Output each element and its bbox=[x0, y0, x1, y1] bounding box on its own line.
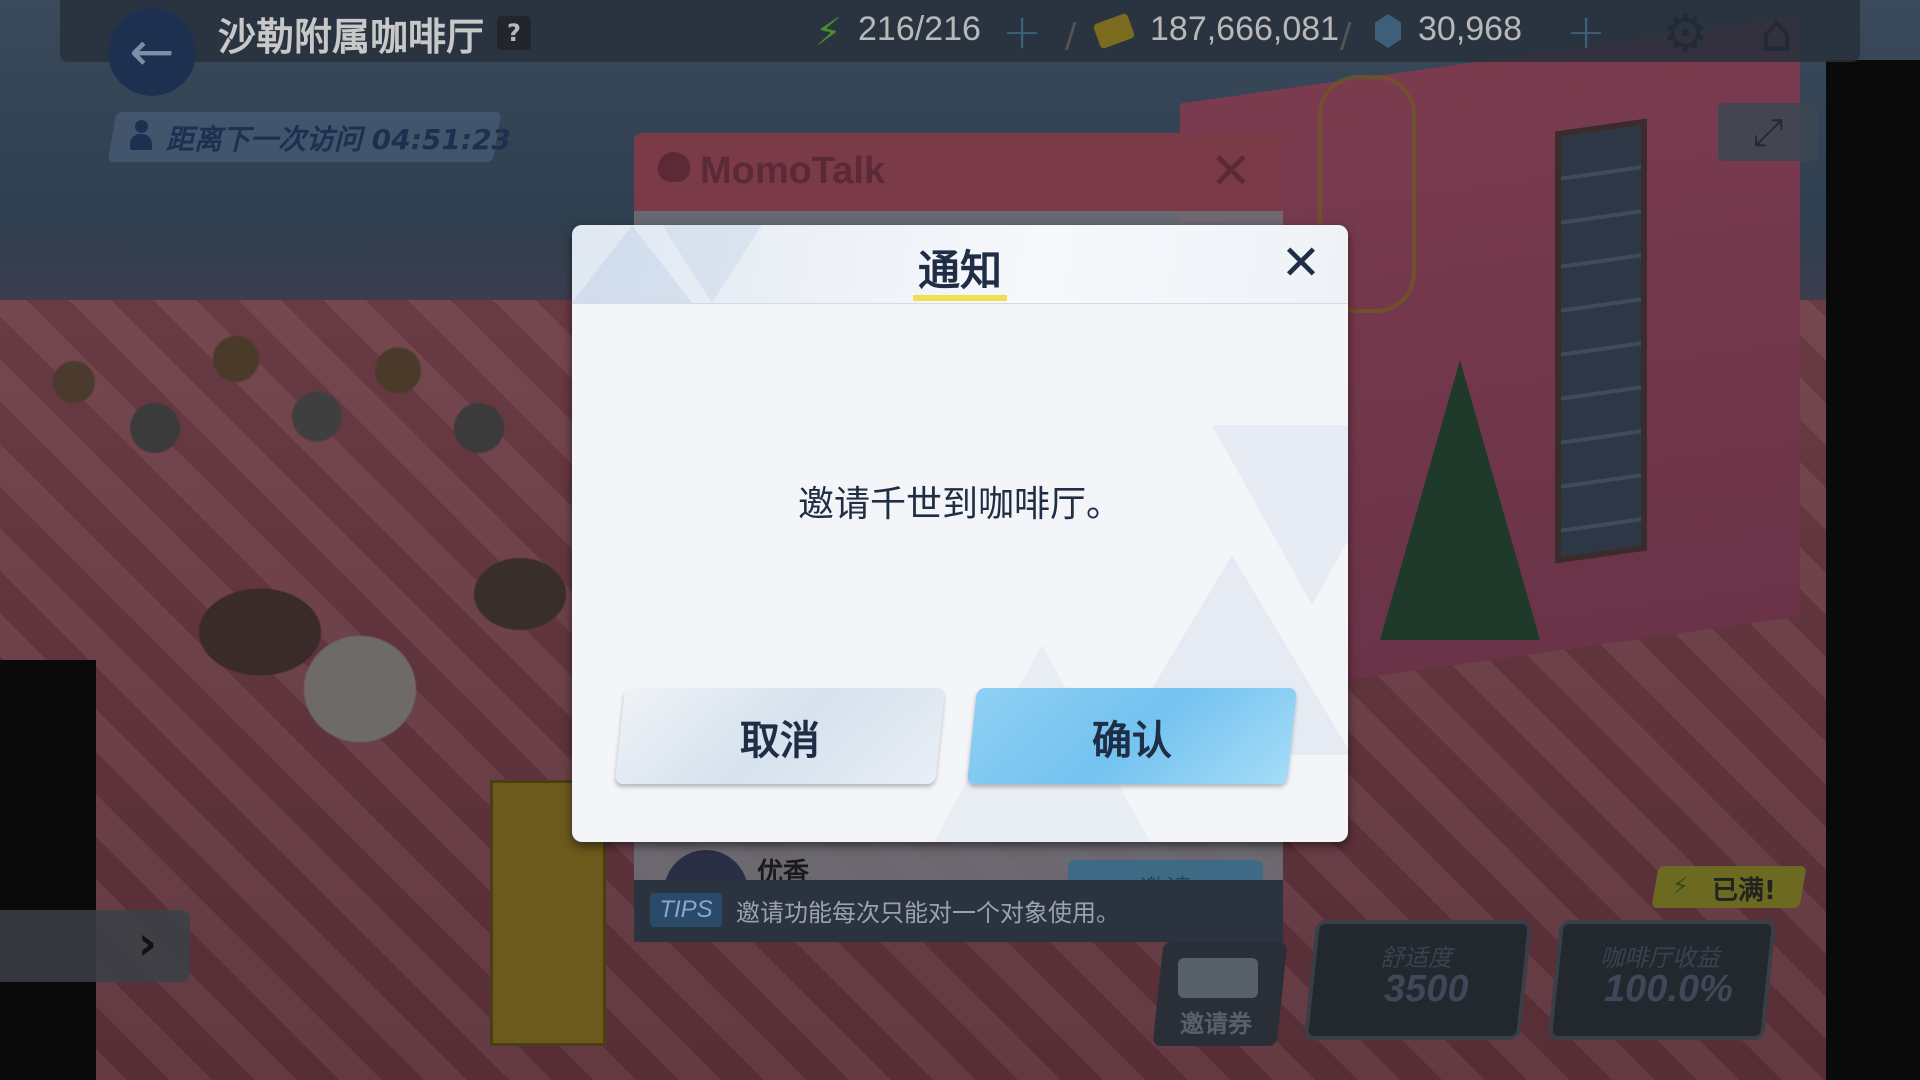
gear-icon[interactable]: ⚙ bbox=[1662, 4, 1709, 64]
momotalk-close-icon[interactable]: ✕ bbox=[1210, 146, 1252, 196]
ap-plus-button[interactable]: + bbox=[1002, 4, 1042, 60]
scene-edge-left bbox=[0, 660, 96, 1080]
ap-full-icon: ⚡ bbox=[1672, 872, 1689, 900]
momotalk-title: MomoTalk bbox=[700, 150, 886, 192]
scene-edge-right bbox=[1826, 60, 1920, 1080]
full-status-label: 已满! bbox=[1712, 876, 1776, 906]
income-value: 100.0% bbox=[1604, 968, 1733, 1010]
ticket-icon bbox=[1178, 958, 1258, 998]
chevron-right-icon: › bbox=[138, 916, 157, 970]
back-arrow-icon: ← bbox=[129, 20, 175, 83]
ap-bolt-icon: ⚡ bbox=[815, 10, 842, 54]
person-icon bbox=[128, 120, 154, 152]
side-expand-button[interactable]: › bbox=[0, 910, 190, 982]
gems-value: 30,968 bbox=[1418, 10, 1522, 48]
expand-icon[interactable]: ⤢ bbox=[1718, 103, 1818, 161]
gems-plus-button[interactable]: + bbox=[1566, 4, 1606, 60]
visit-timer-label: 距离下一次访问 04:51:23 bbox=[166, 123, 512, 156]
dialog-message: 邀请千世到咖啡厅。 bbox=[797, 484, 1122, 525]
page-title: 沙勒附属咖啡厅 bbox=[218, 15, 485, 59]
title-underline bbox=[913, 295, 1007, 301]
divider: / bbox=[1065, 16, 1077, 56]
confirm-button[interactable]: 确认 bbox=[966, 688, 1298, 784]
ap-value: 216/216 bbox=[858, 10, 981, 48]
help-icon[interactable]: ? bbox=[497, 16, 531, 50]
dialog-title: 通知 bbox=[917, 246, 1002, 295]
credits-value: 187,666,081 bbox=[1150, 10, 1340, 48]
tips-badge: TIPS bbox=[650, 893, 722, 927]
momotalk-logo-icon bbox=[658, 152, 690, 182]
back-button[interactable]: ← bbox=[108, 8, 196, 96]
christmas-tree bbox=[1380, 360, 1540, 640]
close-icon[interactable]: ✕ bbox=[1276, 239, 1326, 289]
divider: / bbox=[1340, 16, 1352, 56]
cancel-button-label: 取消 bbox=[739, 718, 820, 764]
cafe-door bbox=[1555, 118, 1647, 564]
cancel-button[interactable]: 取消 bbox=[614, 688, 946, 784]
comfort-value: 3500 bbox=[1384, 968, 1469, 1010]
notification-dialog: 通知 ✕ 邀请千世到咖啡厅。 取消 确认 bbox=[572, 225, 1348, 842]
confirm-button-label: 确认 bbox=[1091, 718, 1172, 764]
home-icon[interactable]: ⌂ bbox=[1760, 4, 1793, 64]
invite-ticket-label: 邀请券 bbox=[1180, 1010, 1252, 1038]
tips-text: 邀请功能每次只能对一个对象使用。 bbox=[736, 899, 1120, 927]
